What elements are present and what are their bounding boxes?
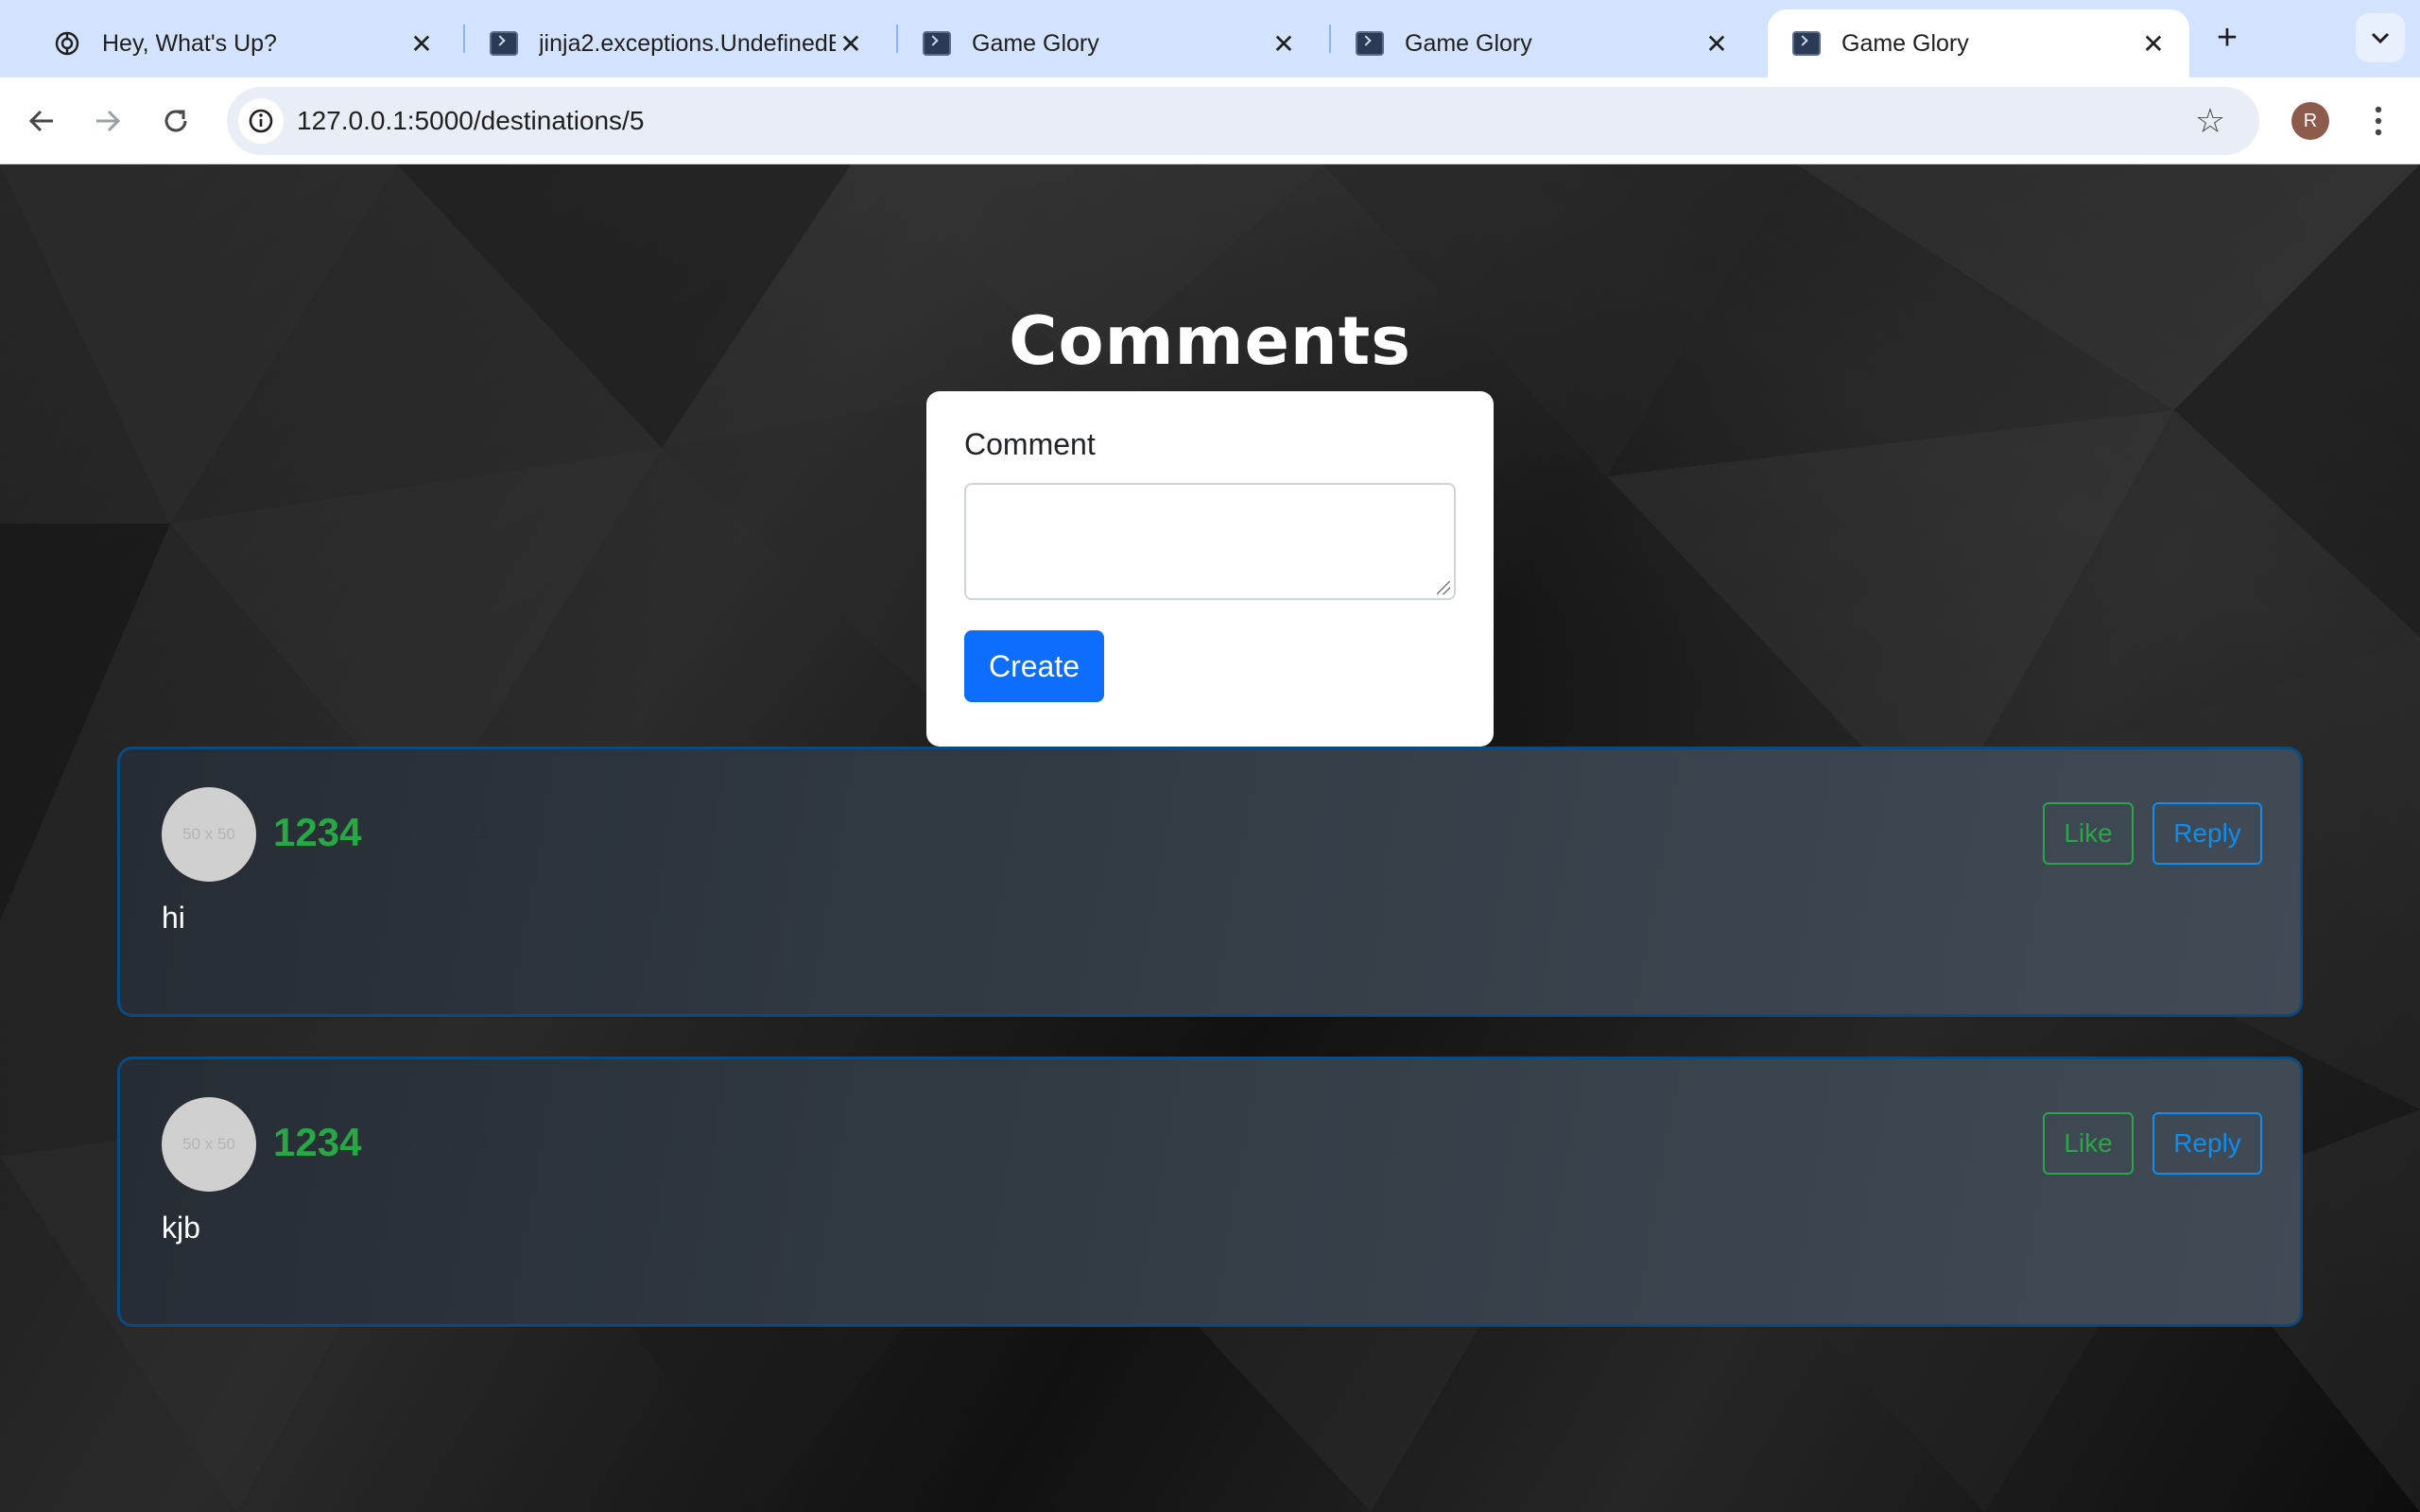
close-icon[interactable]: ✕ (1702, 28, 1732, 59)
page-title: Comments (1009, 302, 1411, 380)
reply-button[interactable]: Reply (2152, 802, 2262, 865)
comment-username: 1234 (273, 810, 362, 854)
comment-date: June 2024 (383, 821, 490, 847)
reload-icon (164, 110, 187, 132)
browser-toolbar: 127.0.0.1:5000/destinations/5 ☆ R (0, 77, 2420, 164)
more-menu-icon[interactable] (2360, 98, 2397, 144)
terminal-icon (1790, 27, 1823, 60)
close-icon[interactable]: ✕ (1269, 28, 1299, 59)
comment-card: 50 x 50 1234 June 2024 kjb Like Reply (117, 1057, 2303, 1327)
terminal-icon (488, 27, 520, 60)
tab-search-button[interactable] (2356, 13, 2405, 62)
close-icon[interactable]: ✕ (406, 28, 437, 59)
tab-3[interactable]: Game Glory ✕ (898, 9, 1320, 77)
create-button[interactable]: Create (964, 630, 1104, 702)
openai-icon (51, 27, 83, 60)
profile-avatar[interactable]: R (2291, 102, 2329, 140)
tab-2[interactable]: jinja2.exceptions.UndefinedError ✕ (465, 9, 887, 77)
page-viewport: Comments Comment Create 50 x 50 1234 Jun… (0, 164, 2420, 1512)
comment-form: Comment Create (926, 391, 1494, 747)
reload-button[interactable] (151, 96, 200, 146)
comment-text: hi (162, 901, 185, 935)
tab-title: Game Glory (1405, 29, 1532, 57)
comment-text: kjb (162, 1211, 200, 1245)
address-bar[interactable]: 127.0.0.1:5000/destinations/5 ☆ (227, 87, 2259, 155)
tab-title: Hey, What's Up? (102, 29, 277, 57)
tab-1[interactable]: Hey, What's Up? ✕ (28, 9, 458, 77)
terminal-icon (921, 27, 953, 60)
close-icon[interactable]: ✕ (836, 28, 866, 59)
tab-strip: Hey, What's Up? ✕ jinja2.exceptions.Unde… (0, 0, 2420, 77)
like-button[interactable]: Like (2043, 802, 2134, 865)
tab-title: Game Glory (1841, 29, 1969, 57)
terminal-icon (1354, 27, 1386, 60)
close-icon[interactable]: ✕ (2138, 28, 2169, 59)
bookmark-star-icon[interactable]: ☆ (2189, 100, 2231, 142)
arrow-right-icon (96, 110, 121, 132)
tab-title: jinja2.exceptions.UndefinedError (539, 29, 836, 57)
comment-date: June 2024 (383, 1131, 490, 1157)
comment-textarea[interactable] (964, 483, 1456, 600)
tab-4[interactable]: Game Glory ✕ (1331, 9, 1753, 77)
site-info-icon[interactable] (238, 98, 284, 144)
like-button[interactable]: Like (2043, 1112, 2134, 1175)
avatar: 50 x 50 (162, 787, 256, 882)
arrow-left-icon (28, 110, 53, 132)
new-tab-button[interactable]: + (2206, 17, 2248, 59)
comment-username: 1234 (273, 1120, 362, 1164)
avatar: 50 x 50 (162, 1097, 256, 1192)
tab-title: Game Glory (972, 29, 1099, 57)
resize-grip-icon[interactable] (1437, 581, 1450, 594)
comment-card: 50 x 50 1234 June 2024 hi Like Reply (117, 747, 2303, 1017)
reply-button[interactable]: Reply (2152, 1112, 2262, 1175)
back-button[interactable] (17, 96, 66, 146)
chevron-down-icon (2371, 32, 2390, 44)
url-text: 127.0.0.1:5000/destinations/5 (297, 106, 645, 135)
tab-5-active[interactable]: Game Glory ✕ (1768, 9, 2189, 77)
forward-button[interactable] (83, 96, 132, 146)
comment-label: Comment (964, 427, 1096, 461)
